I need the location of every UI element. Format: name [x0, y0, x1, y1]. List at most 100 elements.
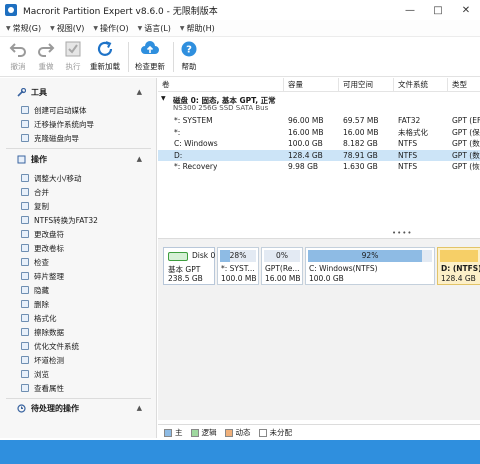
menu-help-label: 帮助(H) [186, 23, 215, 33]
clone-icon [21, 134, 29, 142]
legend-item-primary: 主 [164, 427, 183, 438]
table-row[interactable]: *: SYSTEM 96.00 MB 69.57 MB FAT32 GPT (E… [158, 115, 480, 126]
sidebar-item-optimize-fs[interactable]: 优化文件系统 [21, 340, 79, 352]
sidebar-item-change-letter[interactable]: 更改盘符 [21, 228, 64, 240]
menu-general[interactable]: ▼ 常规(G) [6, 23, 41, 34]
sidebar-item-label: 坏道检测 [34, 355, 64, 365]
partition-block[interactable]: 92% C: Windows(NTFS) 100.0 GB [305, 247, 435, 285]
tools-icon [17, 87, 26, 97]
usage-percent: 0% [276, 251, 288, 260]
column-header-file-system[interactable]: 文件系统 [394, 78, 448, 92]
menu-language[interactable]: ▼ 语言(L) [138, 23, 171, 34]
sidebar-item-wipe-data[interactable]: 擦除数据 [21, 326, 64, 338]
column-header-free-space[interactable]: 可用空间 [339, 78, 394, 92]
type-cell: GPT (恢 [452, 162, 480, 171]
sidebar-item-merge[interactable]: 合并 [21, 186, 49, 198]
sidebar-section-tools[interactable]: 工具 ▲ [0, 85, 157, 99]
execute-button[interactable]: 执行 [63, 39, 83, 75]
help-button[interactable]: ? 帮助 [179, 39, 199, 75]
column-header-capacity[interactable]: 容量 [284, 78, 339, 92]
sidebar-item-format[interactable]: 格式化 [21, 312, 57, 324]
table-row[interactable]: C: Windows 100.0 GB 8.182 GB NTFS GPT (数 [158, 138, 480, 149]
sidebar-item-label: 浏览 [34, 369, 49, 379]
execute-label: 执行 [65, 62, 81, 71]
table-row-selected[interactable]: D: 128.4 GB 78.91 GB NTFS GPT (数 [158, 149, 480, 161]
partition-block[interactable]: 28% *: SYST... 100.0 MB [217, 247, 259, 285]
disk-row[interactable]: ▼ 磁盘 0: 固态, 基本 GPT, 正常 NS300 256G SSD SA… [158, 93, 480, 113]
disk-model: NS300 256G SSD SATA Bus [173, 104, 269, 112]
menu-operation[interactable]: ▼ 操作(O) [93, 23, 128, 34]
sidebar-item-delete[interactable]: 删除 [21, 298, 49, 310]
copy-icon [21, 202, 29, 210]
format-icon [21, 314, 29, 322]
collapse-icon[interactable]: ▼ [161, 95, 166, 102]
column-header-label: 类型 [452, 80, 467, 89]
sidebar-item-bad-sector-check[interactable]: 坏道检测 [21, 354, 64, 366]
menu-help[interactable]: ▼ 帮助(H) [180, 23, 215, 34]
maximize-button[interactable]: □ [424, 0, 452, 20]
menu-language-label: 语言(L) [144, 23, 171, 33]
free-space-cell: 69.57 MB [343, 116, 379, 125]
check-update-button[interactable]: 检查更新 [135, 39, 165, 75]
partition-block-selected[interactable]: D: (NTFS) 128.4 GB [437, 247, 480, 285]
properties-icon [21, 384, 29, 392]
sidebar-section-operations[interactable]: 操作 ▲ [0, 152, 157, 166]
delete-icon [21, 300, 29, 308]
sidebar-item-clone-disk[interactable]: 克隆磁盘向导 [21, 132, 79, 144]
sidebar-section-pending[interactable]: 待处理的操作 ▲ [0, 401, 157, 415]
refresh-icon [95, 39, 115, 59]
pending-icon [17, 403, 26, 413]
title-bar: Macrorit Partition Expert v8.6.0 - 无限制版本… [0, 0, 480, 20]
sidebar-item-hide[interactable]: 隐藏 [21, 284, 49, 296]
sidebar-item-copy[interactable]: 复制 [21, 200, 49, 212]
sidebar-item-change-label[interactable]: 更改卷标 [21, 242, 64, 254]
menu-view[interactable]: ▼ 视图(V) [50, 23, 84, 34]
sidebar-divider [6, 148, 151, 149]
partition-size: 128.4 GB [441, 274, 476, 283]
splitter-grip[interactable]: •••• [392, 229, 413, 234]
sidebar-item-label: 合并 [34, 187, 49, 197]
sidebar-item-migrate-os[interactable]: 迁移操作系统向导 [21, 118, 94, 130]
sidebar-item-ntfs-to-fat32[interactable]: NTFS转换为FAT32 [21, 214, 98, 226]
letter-icon [21, 230, 29, 238]
redo-icon [36, 39, 56, 59]
partition-block[interactable]: 0% GPT(Re... 16.00 MB [261, 247, 303, 285]
sidebar-item-check[interactable]: 检查 [21, 256, 49, 268]
undo-label: 撤消 [10, 62, 26, 71]
undo-button[interactable]: 撤消 [8, 39, 28, 75]
sidebar-item-create-bootable-media[interactable]: 创建可启动媒体 [21, 104, 87, 116]
column-header-label: 文件系统 [398, 80, 428, 89]
toolbar: 撤消 重做 执行 重新加载 检查更新 ? 帮助 [0, 37, 480, 77]
disk-card[interactable]: Disk 0 基本 GPT 238.5 GB [163, 247, 215, 285]
chevron-down-icon: ▼ [137, 24, 143, 32]
volume-cell: C: Windows [174, 139, 218, 148]
volume-cell: *: Recovery [174, 162, 218, 171]
legend-item-logical: 逻辑 [190, 427, 217, 438]
chevron-down-icon: ▼ [93, 24, 99, 32]
disk-label: Disk 0 [192, 251, 216, 260]
legend-label: 未分配 [269, 428, 293, 437]
legend-swatch [190, 428, 199, 437]
free-space-cell: 8.182 GB [343, 139, 378, 148]
svg-text:?: ? [186, 45, 192, 56]
menu-general-label: 常规(G) [12, 23, 42, 33]
minimize-button[interactable]: — [396, 0, 424, 20]
sidebar-item-explore[interactable]: 浏览 [21, 368, 49, 380]
window-controls: — □ ✕ [396, 0, 480, 20]
sidebar-item-label: 检查 [34, 257, 49, 267]
usage-bar: 28% [220, 250, 256, 262]
sidebar-item-properties[interactable]: 查看属性 [21, 382, 64, 394]
table-row[interactable]: *: Recovery 9.98 GB 1.630 GB NTFS GPT (恢 [158, 161, 480, 172]
sidebar-item-resize-move[interactable]: 调整大小/移动 [21, 172, 82, 184]
table-row[interactable]: *: 16.00 MB 16.00 MB 未格式化 GPT (保 [158, 127, 480, 138]
column-header-type[interactable]: 类型 [448, 78, 480, 92]
legend-item-dynamic: 动态 [224, 427, 251, 438]
reload-button[interactable]: 重新加载 [90, 39, 120, 75]
toolbar-divider [128, 42, 129, 72]
close-button[interactable]: ✕ [452, 0, 480, 20]
usage-bar [440, 250, 478, 262]
sidebar-item-label: 克隆磁盘向导 [34, 133, 79, 143]
sidebar-item-defrag[interactable]: 碎片整理 [21, 270, 64, 282]
column-header-volume[interactable]: 卷 [158, 78, 284, 92]
redo-button[interactable]: 重做 [36, 39, 56, 75]
